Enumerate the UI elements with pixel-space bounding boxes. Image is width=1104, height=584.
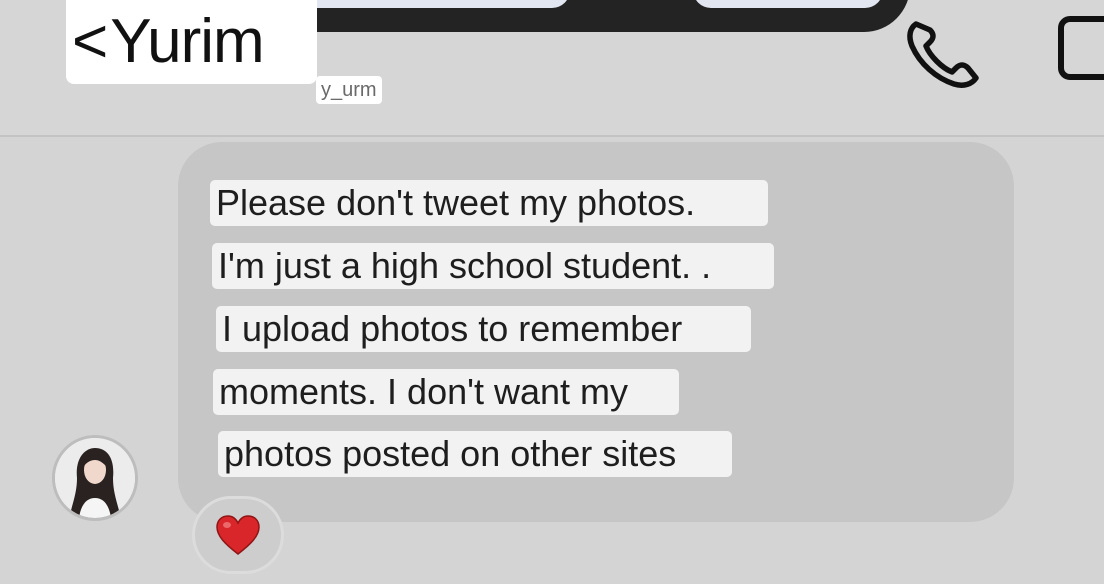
video-call-icon[interactable] [1058, 16, 1104, 80]
message-line: Please don't tweet my photos. [210, 180, 768, 226]
chat-header: < Yurim y_urm [0, 0, 1104, 137]
phone-icon[interactable] [902, 14, 984, 90]
heart-reaction[interactable] [192, 496, 284, 574]
message-line: moments. I don't want my [213, 369, 679, 415]
back-chevron-icon: < [72, 7, 109, 76]
avatar[interactable] [52, 435, 138, 521]
contact-username: y_urm [316, 76, 382, 104]
message-line: I'm just a high school student. . [212, 243, 774, 289]
message-line: photos posted on other sites [218, 431, 732, 477]
heart-icon [216, 515, 260, 555]
contact-name: Yurim [110, 7, 264, 76]
message-line: I upload photos to remember [216, 306, 751, 352]
back-button[interactable]: < Yurim [66, 0, 317, 84]
status-pill-left [295, 0, 570, 8]
status-pill-right [693, 0, 883, 8]
